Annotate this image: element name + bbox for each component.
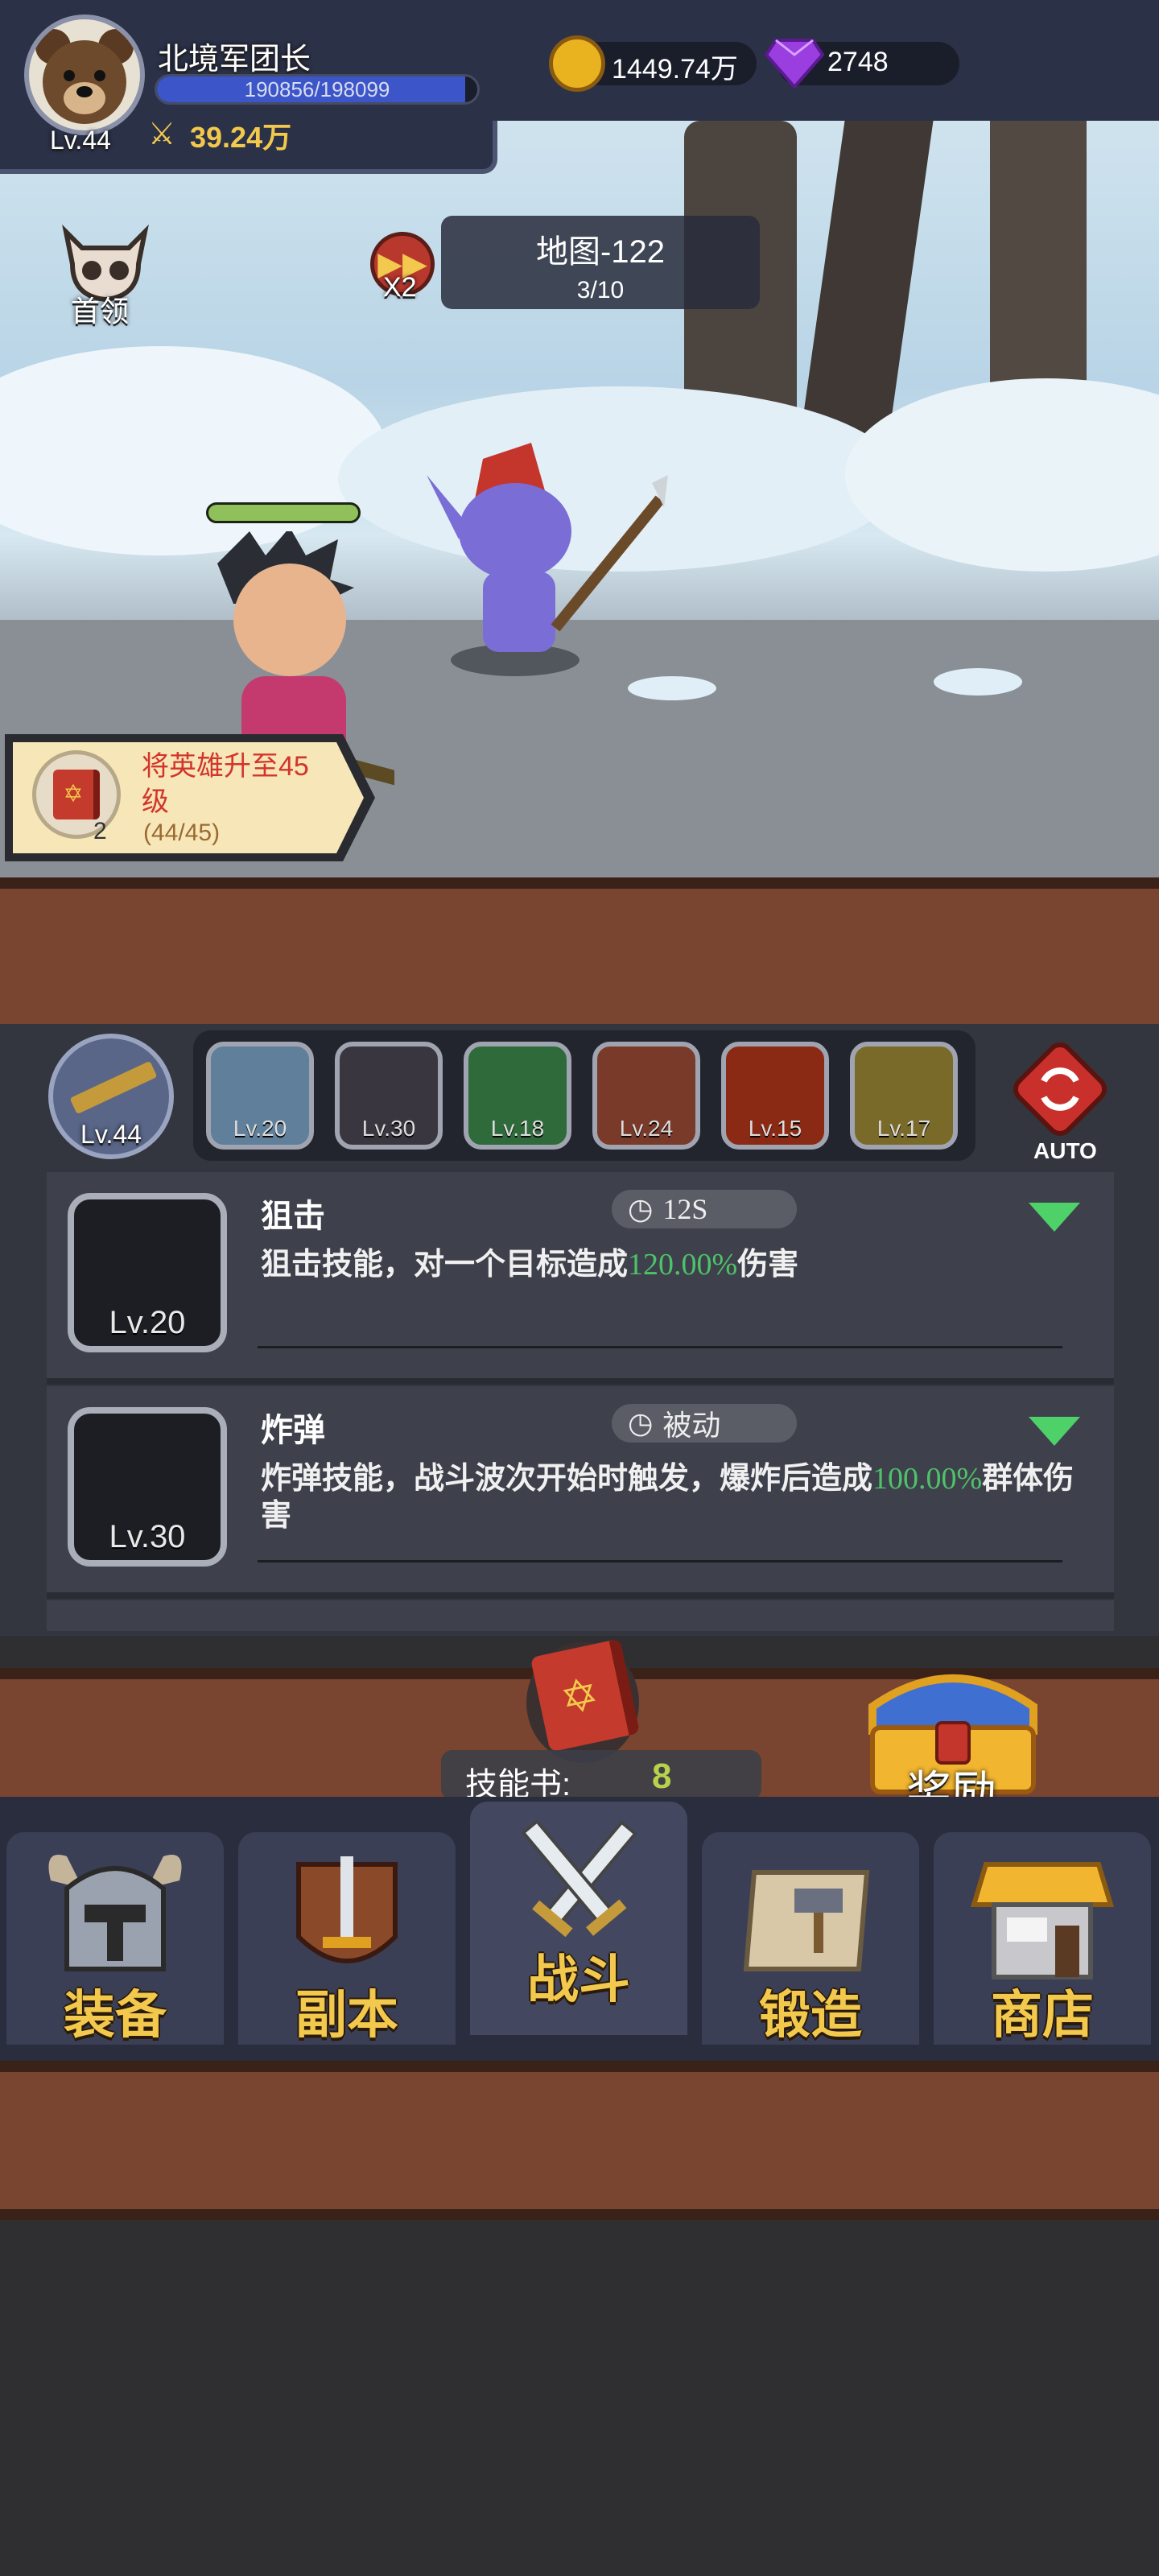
clock-icon: ◷ — [628, 1407, 654, 1439]
nav-label: 商店 — [991, 1986, 1094, 2044]
nav-dungeon-button[interactable]: 副本 — [238, 1832, 456, 2045]
nav-equipment-button[interactable]: 装备 — [6, 1832, 224, 2045]
sniper-skill-icon[interactable]: Lv.20 — [206, 1042, 314, 1150]
power-swords-icon: ⚔ — [148, 118, 176, 151]
nav-row: 装备 副本 战斗锻造 商店 — [6, 1802, 1153, 2054]
clock-icon: ◷ — [628, 1193, 654, 1225]
skill-slot-level: Lv.24 — [619, 1116, 674, 1141]
snow-patch — [934, 668, 1022, 696]
skill-level: Lv.20 — [109, 1305, 186, 1340]
player-avatar[interactable] — [24, 14, 145, 135]
skill-book-counter: 技能书: 8 — [441, 1750, 761, 1802]
quest-banner[interactable]: ✡ 2 将英雄升至45级 (44/45) — [5, 734, 375, 861]
speed-label: X2 — [383, 272, 417, 303]
quest-progress: (44/45) — [143, 819, 221, 846]
skill-name: 炸弹 — [261, 1412, 325, 1448]
dungeon-sword-icon — [266, 1848, 427, 1989]
monster-skill-icon[interactable]: Lv.24 — [592, 1042, 700, 1150]
gold-amount: 1449.74万 — [612, 54, 738, 85]
card-divider — [258, 1560, 1062, 1563]
player-level: Lv.44 — [50, 126, 111, 155]
skill-description: 狙击技能，对一个目标造成120.00%伤害 — [261, 1248, 799, 1282]
skill-slot-level: Lv.18 — [490, 1116, 545, 1141]
boss-label: 首领 — [71, 295, 130, 328]
wood-divider — [0, 2061, 1159, 2220]
sniper-skill-icon: Lv.20 — [68, 1193, 227, 1352]
nav-forge-button[interactable]: 锻造 — [702, 1832, 919, 2045]
exp-text: 190856/198099 — [244, 77, 390, 101]
lightning-skill-icon[interactable]: Lv.17 — [850, 1042, 958, 1150]
snow-drift — [0, 346, 386, 555]
nav-label: 锻造 — [759, 1986, 862, 2044]
weapon-level: Lv.44 — [80, 1120, 142, 1149]
weapon-slot[interactable]: Lv.44 — [48, 1034, 174, 1159]
reward-chest-button[interactable]: 奖励 — [856, 1658, 1050, 1819]
combat-power: 39.24万 — [190, 121, 292, 154]
skill-name: 狙击 — [261, 1198, 325, 1234]
cooldown-text: 12S — [662, 1193, 708, 1225]
expand-chevron-icon[interactable] — [1029, 1203, 1080, 1232]
nav-battle-button[interactable]: 战斗 — [470, 1802, 687, 2035]
purple-gem-icon — [764, 37, 825, 90]
skill-book-icon: ✡ — [32, 750, 121, 839]
skill-card[interactable]: Lv.20 狙击 ◷ 12S 狙击技能，对一个目标造成120.00%伤害 — [47, 1172, 1114, 1385]
auto-skill-button[interactable] — [1008, 1037, 1112, 1141]
wave-counter: 3/10 — [576, 277, 625, 303]
hero-hp-bar — [206, 502, 361, 523]
rifle-icon — [69, 1060, 158, 1115]
gem-amount: 2748 — [827, 47, 889, 77]
wood-divider — [0, 877, 1159, 1046]
cooldown-text: 被动 — [662, 1410, 721, 1442]
fireball-skill-icon[interactable]: Lv.15 — [721, 1042, 829, 1150]
player-name: 北境军团长 — [158, 43, 311, 76]
skill-slots: Lv.20 Lv.30 Lv.18 Lv.24 Lv.15 Lv.17 — [206, 1042, 963, 1153]
shop-icon — [962, 1848, 1123, 1989]
poison-skill-icon[interactable]: Lv.18 — [464, 1042, 571, 1150]
skill-level: Lv.30 — [109, 1519, 186, 1554]
skill-card[interactable] — [47, 1600, 1114, 1631]
gold-coin-icon — [549, 35, 605, 92]
map-name: 地图-122 — [535, 234, 666, 270]
expand-chevron-icon[interactable] — [1029, 1417, 1080, 1446]
skill-slot-level: Lv.17 — [876, 1116, 931, 1141]
auto-label: AUTO — [1033, 1138, 1097, 1163]
skill-slot-level: Lv.15 — [748, 1116, 802, 1141]
forge-scroll-icon — [730, 1848, 891, 1989]
refresh-icon — [1013, 1042, 1107, 1137]
equipment-helmet-icon — [35, 1848, 196, 1989]
bomb-skill-icon[interactable]: Lv.30 — [335, 1042, 443, 1150]
bomb-skill-icon: Lv.30 — [68, 1407, 227, 1567]
skill-book-button[interactable]: ✡ — [515, 1634, 652, 1763]
nav-shop-button[interactable]: 商店 — [934, 1832, 1151, 2045]
skill-book-count: 8 — [652, 1757, 672, 1796]
nav-label: 战斗 — [527, 1951, 630, 2008]
skill-card[interactable]: Lv.30 炸弹 ◷ 被动 炸弹技能，战斗波次开始时触发，爆炸后造成100.00%… — [47, 1386, 1114, 1599]
cooldown-badge: ◷ 被动 — [612, 1404, 797, 1443]
map-info-panel: 地图-122 3/10 — [441, 216, 760, 309]
bear-avatar-icon — [35, 29, 134, 124]
enemy-goblin — [427, 443, 668, 684]
quest-title: 将英雄升至45级 — [142, 751, 309, 817]
nav-label: 副本 — [295, 1986, 398, 2044]
skill-description: 炸弹技能，战斗波次开始时触发，爆炸后造成100.00%群体伤害 — [261, 1462, 1074, 1533]
skill-slot-level: Lv.20 — [233, 1116, 287, 1141]
empty-area — [0, 2220, 1159, 2576]
skill-book-icon: ✡ — [530, 1638, 641, 1752]
cooldown-badge: ◷ 12S — [612, 1190, 797, 1228]
exp-bar: 190856/198099 — [155, 74, 480, 105]
quest-count: 2 — [93, 818, 107, 844]
nav-label: 装备 — [64, 1986, 167, 2044]
skill-slot-level: Lv.30 — [361, 1116, 416, 1141]
card-divider — [258, 1346, 1062, 1348]
